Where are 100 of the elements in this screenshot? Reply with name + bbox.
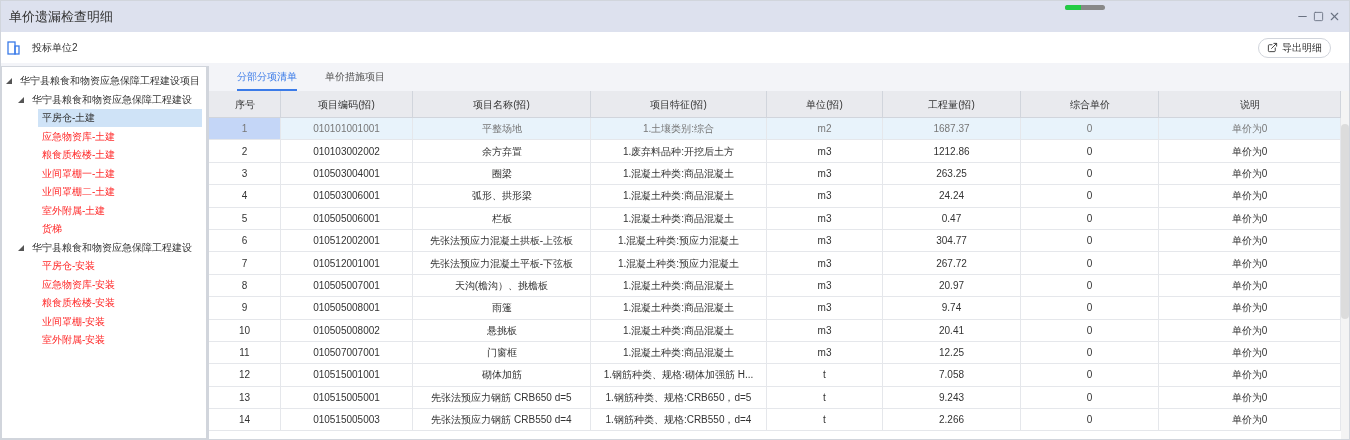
table-row[interactable]: 1 010101001001 平整场地 1.土壤类别:综合 m2 1687.37 0 单价为0 — [209, 118, 1341, 141]
column-header: 项目特征(招) — [591, 91, 767, 117]
table-cell: 3 — [209, 162, 281, 185]
tree-item[interactable]: 货梯 — [38, 220, 66, 239]
table-cell: 010515005003 — [281, 409, 413, 431]
table-cell: 1.钢筋种类、规格:砌体加强筋 H... — [591, 364, 767, 386]
table-cell: 弧形、拱形梁 — [413, 185, 591, 207]
table-cell: 平整场地 — [413, 118, 591, 140]
table-cell: 0 — [1021, 252, 1159, 274]
table-cell: m3 — [767, 185, 883, 207]
tree-item[interactable]: 业间罩棚一-土建 — [38, 164, 120, 183]
table-row[interactable]: 8 010505007001 天沟(檐沟）、挑檐板 1.混凝土种类:商品混凝土 m3 20.97 0 单价为0 — [209, 274, 1341, 298]
table-cell: 10 — [209, 319, 281, 341]
table-row[interactable]: 5 010505006001 栏板 1.混凝土种类:商品混凝土 m3 0.47 0 单价为0 — [209, 207, 1341, 230]
table-cell: 4 — [209, 185, 281, 207]
table-row[interactable]: 2 010103002002 余方弃置 1.废弃料品种:开挖后土方 m3 1212.86 0 单价为0 — [209, 140, 1341, 163]
table-cell: 0 — [1021, 274, 1159, 297]
table-cell: 0.47 — [883, 207, 1021, 229]
tree-item[interactable]: 应急物资库-土建 — [38, 127, 120, 146]
table-cell: 20.97 — [883, 274, 1021, 297]
tree-item[interactable]: 华宁县粮食和物资应急保障工程建设 — [28, 90, 196, 109]
table-cell: 010101001001 — [281, 118, 413, 140]
table-cell: 1.混凝土种类:商品混凝土 — [591, 341, 767, 364]
table-cell: m3 — [767, 207, 883, 229]
column-header: 工程量(招) — [883, 91, 1021, 117]
scrollbar[interactable] — [1341, 91, 1349, 439]
table-cell: 先张法预应力钢筋 CRB650 d=5 — [413, 386, 591, 409]
table-cell: 263.25 — [883, 162, 1021, 185]
table-cell: 天沟(檐沟）、挑檐板 — [413, 274, 591, 297]
table-row[interactable]: 12 010515001001 砌体加筋 1.钢筋种类、规格:砌体加强筋 H... t 7.058 0 单价为0 — [209, 364, 1341, 387]
table-cell: 1 — [209, 118, 281, 140]
table-row[interactable]: 9 010505008001 雨篷 1.混凝土种类:商品混凝土 m3 9.74 0 单价为0 — [209, 297, 1341, 320]
table-cell: 5 — [209, 207, 281, 229]
table-cell: 0 — [1021, 341, 1159, 364]
table-cell: 1.混凝土种类:预应力混凝土 — [591, 252, 767, 274]
tab[interactable]: 单价措施项目 — [325, 69, 385, 91]
table-cell: m3 — [767, 341, 883, 364]
table-cell: 12 — [209, 364, 281, 386]
table-cell: 0 — [1021, 207, 1159, 229]
table-cell: 2 — [209, 140, 281, 162]
tree-item[interactable]: 应急物资库-安装 — [38, 275, 120, 294]
table-cell: 1687.37 — [883, 118, 1021, 140]
table-cell: 010512002001 — [281, 229, 413, 252]
table-cell: 0 — [1021, 364, 1159, 386]
expand-triangle-icon[interactable] — [18, 96, 24, 103]
scrollbar-thumb[interactable] — [1341, 124, 1349, 319]
table-cell: 0 — [1021, 185, 1159, 207]
table-cell: 14 — [209, 409, 281, 431]
tree-item[interactable]: 业间罩棚-安装 — [38, 312, 110, 331]
tree-item[interactable]: 室外附属-土建 — [38, 201, 110, 220]
table-cell: 010515005001 — [281, 386, 413, 409]
table-row[interactable]: 6 010512002001 先张法预应力混凝土拱板-上弦板 1.混凝土种类:预应力混凝土 m3 304.77 0 单价为0 — [209, 229, 1341, 253]
table-cell: 1.混凝土种类:商品混凝土 — [591, 297, 767, 319]
column-header: 项目编码(招) — [281, 91, 413, 117]
tree-item[interactable]: 平房仓-安装 — [38, 257, 100, 276]
table-row[interactable]: 14 010515005003 先张法预应力钢筋 CRB550 d=4 1.钢筋种类、规格:CRB550，d=4 t 2.266 0 单价为0 — [209, 409, 1341, 432]
table-cell: 010503006001 — [281, 185, 413, 207]
table-row[interactable]: 11 010507007001 门窗框 1.混凝土种类:商品混凝土 m3 12.25 0 单价为0 — [209, 341, 1341, 365]
table-cell: 先张法预应力钢筋 CRB550 d=4 — [413, 409, 591, 431]
column-header: 综合单价 — [1021, 91, 1159, 117]
table-cell: m3 — [767, 297, 883, 319]
table-row[interactable]: 7 010512001001 先张法预应力混凝土平板-下弦板 1.混凝土种类:预应力混凝土 m3 267.72 0 单价为0 — [209, 252, 1341, 275]
table-cell: 1.混凝土种类:商品混凝土 — [591, 207, 767, 229]
table-cell: 7 — [209, 252, 281, 274]
table-cell: 010103002002 — [281, 140, 413, 162]
table-cell: 24.24 — [883, 185, 1021, 207]
tree-item[interactable]: 平房仓-土建 — [38, 109, 202, 128]
tree-item[interactable]: 业间罩棚二-土建 — [38, 183, 120, 202]
tree-item[interactable]: 粮食质检楼-安装 — [38, 294, 120, 313]
table-cell: 0 — [1021, 319, 1159, 341]
table-cell: 9 — [209, 297, 281, 319]
table-cell: 1.混凝土种类:商品混凝土 — [591, 185, 767, 207]
table-cell: 栏板 — [413, 207, 591, 229]
table-cell: 余方弃置 — [413, 140, 591, 162]
table-cell: m3 — [767, 252, 883, 274]
expand-triangle-icon[interactable] — [18, 244, 24, 251]
table-cell: 1.土壤类别:综合 — [591, 118, 767, 140]
table-cell: t — [767, 364, 883, 386]
table-cell: 先张法预应力混凝土平板-下弦板 — [413, 252, 591, 274]
tree-item[interactable]: 华宁县粮食和物资应急保障工程建设 — [28, 238, 196, 257]
table-cell: 0 — [1021, 409, 1159, 431]
tree-item[interactable]: 粮食质检楼-土建 — [38, 146, 120, 165]
tree-item[interactable]: 室外附属-安装 — [38, 331, 110, 350]
table-cell: 6 — [209, 229, 281, 252]
expand-triangle-icon[interactable] — [6, 78, 12, 85]
table-row[interactable]: 13 010515005001 先张法预应力钢筋 CRB650 d=5 1.钢筋种类、规格:CRB650，d=5 t 9.243 0 单价为0 — [209, 386, 1341, 410]
table-cell: 010505008001 — [281, 297, 413, 319]
table-cell: 010507007001 — [281, 341, 413, 364]
table-cell: 1.混凝土种类:预应力混凝土 — [591, 229, 767, 252]
close-icon[interactable] — [1328, 10, 1341, 23]
maximize-icon[interactable] — [1313, 11, 1324, 22]
table-row[interactable]: 4 010503006001 弧形、拱形梁 1.混凝土种类:商品混凝土 m3 24.24 0 单价为0 — [209, 185, 1341, 208]
table-row[interactable]: 10 010505008002 悬挑板 1.混凝土种类:商品混凝土 m3 20.41 0 单价为0 — [209, 319, 1341, 342]
table-cell: 0 — [1021, 140, 1159, 162]
column-header: 单位(招) — [767, 91, 883, 117]
column-header: 项目名称(招) — [413, 91, 591, 117]
table-cell: 1.钢筋种类、规格:CRB650，d=5 — [591, 386, 767, 409]
table-row[interactable]: 3 010503004001 圈梁 1.混凝土种类:商品混凝土 m3 263.25 0 单价为0 — [209, 162, 1341, 186]
table-cell: m3 — [767, 274, 883, 297]
tree-item[interactable]: 华宁县粮食和物资应急保障工程建设项目 — [16, 72, 204, 91]
